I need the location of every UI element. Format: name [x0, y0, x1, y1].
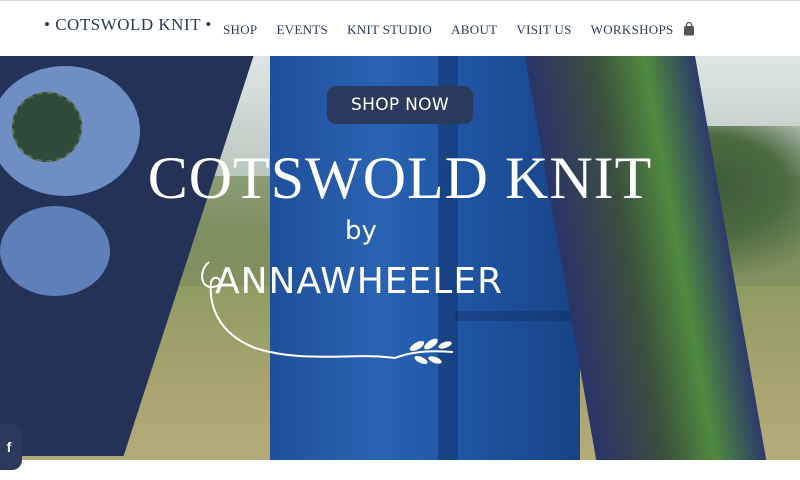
facebook-button[interactable]: f: [0, 424, 22, 470]
hero-title: COTSWOLD KNIT: [147, 145, 653, 211]
nav-about[interactable]: ABOUT: [451, 22, 497, 38]
shop-now-button[interactable]: SHOP NOW: [327, 86, 473, 124]
nav-events[interactable]: EVENTS: [276, 22, 328, 38]
main-nav: SHOP EVENTS KNIT STUDIO ABOUT VISIT US W…: [223, 22, 674, 38]
facebook-icon: f: [6, 439, 12, 455]
nav-visit-us[interactable]: VISIT US: [516, 22, 571, 38]
site-logo[interactable]: • COTSWOLD KNIT •: [44, 15, 212, 35]
nav-knit-studio[interactable]: KNIT STUDIO: [347, 22, 432, 38]
shopping-bag-icon[interactable]: [683, 22, 695, 36]
leaf-swirl-icon: [201, 261, 454, 365]
site-header: • COTSWOLD KNIT • SHOP EVENTS KNIT STUDI…: [0, 1, 800, 56]
nav-shop[interactable]: SHOP: [223, 22, 257, 38]
nav-workshops[interactable]: WORKSHOPS: [591, 22, 674, 38]
hero-banner: SHOP NOW COTSWOLD KNIT by ANNAWHEELER: [0, 56, 800, 460]
hero-by-text: by: [345, 216, 377, 246]
flower-pattern: [0, 206, 110, 296]
